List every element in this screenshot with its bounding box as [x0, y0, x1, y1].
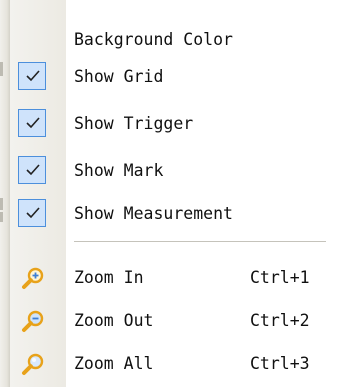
menu-item-zoom-in[interactable]: Zoom In Ctrl+1 [10, 256, 357, 300]
checkmark-icon [18, 109, 46, 137]
menu-item-label: Show Measurement [74, 204, 233, 223]
magnifier-plus-icon [21, 266, 45, 294]
edge-marker [0, 62, 3, 76]
menu-item-label: Background Color [74, 30, 233, 49]
menu-item-label: Zoom Out [74, 311, 154, 330]
menu-item-show-grid[interactable]: Show Grid [10, 55, 357, 99]
menu-item-label: Zoom All [74, 354, 154, 373]
context-menu: Background Color Show Grid Show Trigger … [10, 0, 357, 387]
edge-marker [0, 198, 3, 210]
menu-item-show-trigger[interactable]: Show Trigger [10, 102, 357, 146]
menu-item-zoom-all[interactable]: Zoom All Ctrl+3 [10, 342, 357, 386]
magnifier-icon [21, 352, 45, 380]
shortcut-label: Ctrl+1 [250, 268, 310, 287]
window-edge [0, 0, 10, 387]
menu-item-label: Show Mark [74, 161, 164, 180]
menu-item-zoom-out[interactable]: Zoom Out Ctrl+2 [10, 299, 357, 343]
checkmark-icon [18, 156, 46, 184]
checkmark-icon [18, 199, 46, 227]
shortcut-label: Ctrl+2 [250, 311, 310, 330]
shortcut-label: Ctrl+3 [250, 354, 310, 373]
menu-item-label: Show Grid [74, 67, 164, 86]
menu-item-label: Zoom In [74, 268, 144, 287]
menu-item-show-measurement[interactable]: Show Measurement [10, 192, 357, 236]
checkmark-icon [18, 62, 46, 90]
menu-item-label: Show Trigger [74, 114, 194, 133]
edge-marker [0, 212, 3, 222]
magnifier-minus-icon [21, 309, 45, 337]
menu-separator [74, 241, 326, 242]
menu-item-show-mark[interactable]: Show Mark [10, 149, 357, 193]
